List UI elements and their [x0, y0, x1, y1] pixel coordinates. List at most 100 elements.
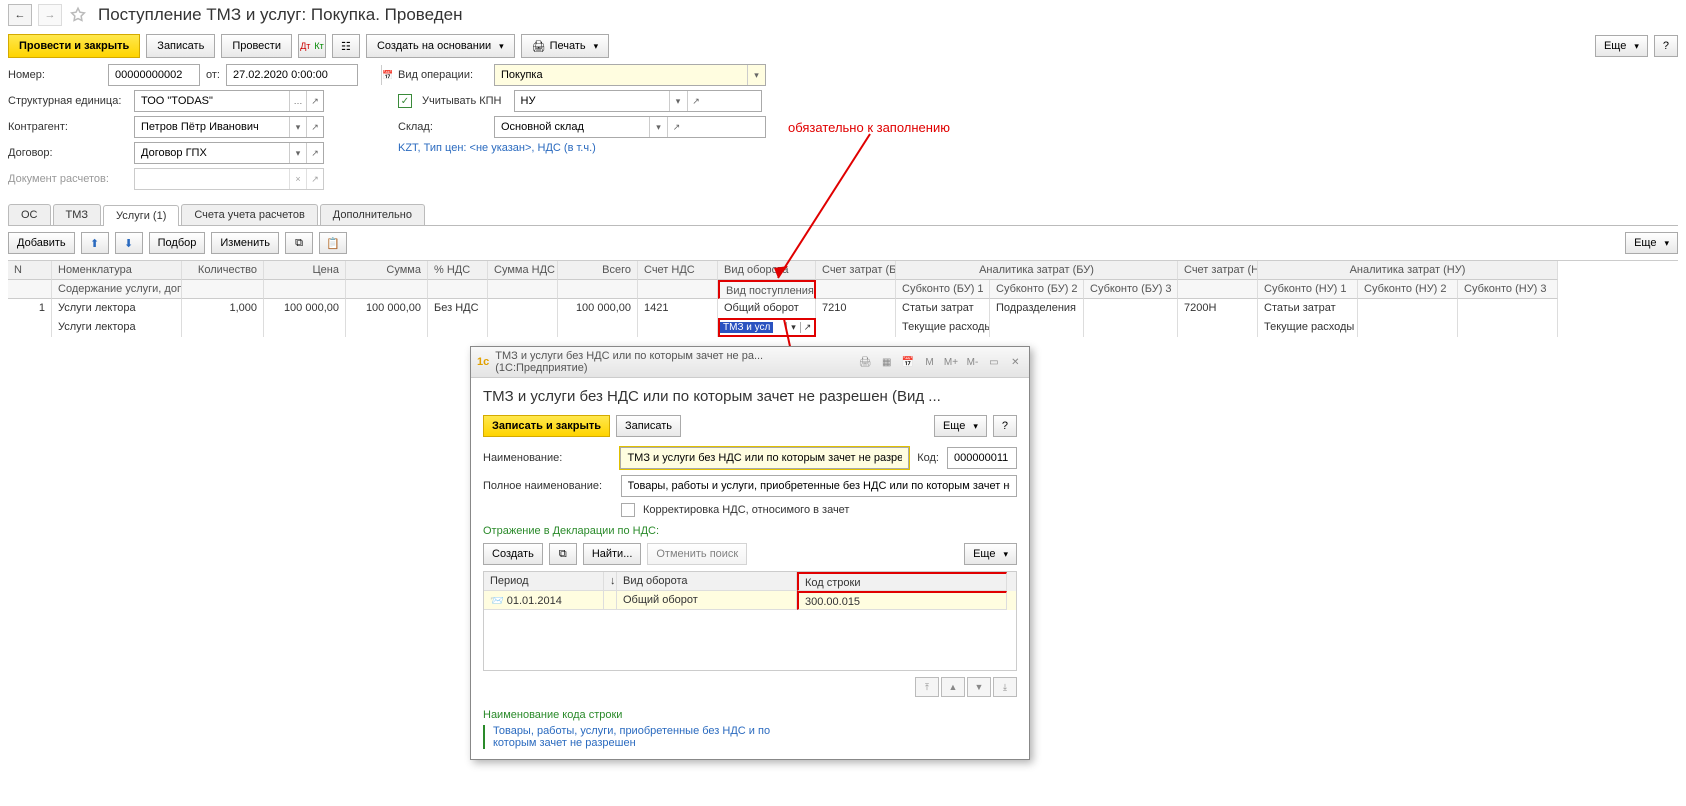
edit-button[interactable]: Изменить: [211, 232, 279, 254]
print-button[interactable]: 🖨 Печать: [521, 34, 610, 58]
dropdown-icon[interactable]: ▾: [669, 91, 687, 111]
cell-turnover[interactable]: Общий оборот: [718, 299, 816, 318]
cell-sub-bu2[interactable]: Подразделения: [990, 299, 1084, 318]
cell-sum[interactable]: 100 000,00: [346, 299, 428, 318]
calendar-icon[interactable]: 📅: [381, 65, 393, 85]
calc-icon[interactable]: ▦: [879, 354, 894, 370]
date-field[interactable]: [227, 65, 381, 85]
cell-sub-nu2[interactable]: [1358, 299, 1458, 318]
open-icon[interactable]: ↗: [800, 322, 814, 333]
m-icon[interactable]: M: [922, 354, 937, 370]
dropdown-icon[interactable]: ▾: [289, 143, 306, 163]
cell-sub-nu3[interactable]: [1458, 299, 1558, 318]
m-plus-icon[interactable]: M+: [943, 354, 958, 370]
save-button[interactable]: Записать: [146, 34, 215, 58]
cell-nomen2[interactable]: Услуги лектора: [52, 318, 182, 337]
select-icon[interactable]: …: [289, 91, 306, 111]
nav-last-icon[interactable]: ⤓: [993, 677, 1017, 697]
move-down-button[interactable]: ⬇: [115, 232, 143, 254]
restore-icon[interactable]: ▭: [986, 354, 1001, 370]
cell-price[interactable]: 100 000,00: [264, 299, 346, 318]
full-name-field[interactable]: [621, 475, 1018, 497]
structure-icon-button[interactable]: ☷: [332, 34, 360, 58]
cell-sub-bu1b[interactable]: Текущие расходы: [896, 318, 990, 337]
currency-link[interactable]: KZT, Тип цен: <не указан>, НДС (в т.ч.): [398, 142, 596, 154]
cell-receipt-type[interactable]: ТМЗ и усл ▾ ↗: [718, 318, 816, 337]
create-button[interactable]: Создать: [483, 543, 543, 565]
dropdown-icon[interactable]: ▾: [649, 117, 667, 137]
adj-vat-checkbox[interactable]: [621, 503, 635, 517]
cell-sub-nu1[interactable]: Статьи затрат: [1258, 299, 1358, 318]
grid-more-button[interactable]: Еще: [1625, 232, 1678, 254]
cell-sub-nu1b[interactable]: Текущие расходы: [1258, 318, 1358, 337]
tab-tmz[interactable]: ТМЗ: [53, 204, 102, 225]
dialog-help-button[interactable]: ?: [993, 415, 1017, 437]
move-up-button[interactable]: ⬆: [81, 232, 109, 254]
cell-total[interactable]: 100 000,00: [558, 299, 638, 318]
op-type-field[interactable]: [495, 65, 747, 85]
open-icon[interactable]: ↗: [306, 143, 323, 163]
kpn-checkbox[interactable]: ✓: [398, 94, 412, 108]
name-field[interactable]: [620, 447, 909, 469]
cell-qty[interactable]: 1,000: [182, 299, 264, 318]
post-button[interactable]: Провести: [221, 34, 292, 58]
cell-period[interactable]: 📨 01.01.2014: [484, 591, 604, 610]
cell-vat-acc[interactable]: 1421: [638, 299, 718, 318]
contract-field[interactable]: [135, 143, 289, 163]
cell-sub-bu3[interactable]: [1084, 299, 1178, 318]
nav-down-icon[interactable]: ▼: [967, 677, 991, 697]
calendar-icon[interactable]: 📅: [900, 354, 915, 370]
dropdown-icon[interactable]: ▾: [747, 65, 765, 85]
tab-services[interactable]: Услуги (1): [103, 205, 179, 226]
nav-first-icon[interactable]: ⤒: [915, 677, 939, 697]
dialog-more-button[interactable]: Еще: [934, 415, 987, 437]
cell-n[interactable]: 1: [8, 299, 52, 318]
close-icon[interactable]: ✕: [1008, 354, 1023, 370]
org-field[interactable]: [135, 91, 289, 111]
cell-cost-nu[interactable]: 7200Н: [1178, 299, 1258, 318]
cell-vat-sum[interactable]: [488, 299, 558, 318]
kpn-field[interactable]: [515, 91, 669, 111]
cell-cost-bu[interactable]: 7210: [816, 299, 896, 318]
pick-button[interactable]: Подбор: [149, 232, 206, 254]
more-button[interactable]: Еще: [1595, 35, 1648, 57]
col-analytics-nu: Аналитика затрат (НУ): [1258, 261, 1558, 280]
cell-nomen[interactable]: Услуги лектора: [52, 299, 182, 318]
warehouse-field[interactable]: [495, 117, 649, 137]
dropdown-icon[interactable]: ▾: [786, 322, 800, 333]
post-and-close-button[interactable]: Провести и закрыть: [8, 34, 140, 58]
add-row-button[interactable]: Добавить: [8, 232, 75, 254]
tab-extra[interactable]: Дополнительно: [320, 204, 425, 225]
cell-vat-pct[interactable]: Без НДС: [428, 299, 488, 318]
col-cost-bu: Счет затрат (БУ): [816, 261, 896, 280]
create-based-on-button[interactable]: Создать на основании: [366, 34, 515, 58]
cell-turnover[interactable]: Общий оборот: [617, 591, 797, 610]
cell-sub-bu1[interactable]: Статьи затрат: [896, 299, 990, 318]
cell-row-code[interactable]: 300.00.015: [797, 591, 1007, 610]
open-icon[interactable]: ↗: [687, 91, 705, 111]
m-minus-icon[interactable]: M-: [965, 354, 980, 370]
adj-vat-label: Корректировка НДС, относимого в зачет: [643, 504, 849, 516]
favorite-star-icon[interactable]: [68, 5, 88, 25]
open-icon[interactable]: ↗: [667, 117, 685, 137]
tab-os[interactable]: ОС: [8, 204, 51, 225]
nav-back-button[interactable]: ←: [8, 4, 32, 26]
help-button[interactable]: ?: [1654, 35, 1678, 57]
find-button[interactable]: Найти...: [583, 543, 642, 565]
dt-kt-icon-button[interactable]: ДтКт: [298, 34, 326, 58]
open-icon[interactable]: ↗: [306, 117, 323, 137]
dialog-save-button[interactable]: Записать: [616, 415, 681, 437]
dialog-save-close-button[interactable]: Записать и закрыть: [483, 415, 610, 437]
paste-icon-button[interactable]: 📋: [319, 232, 347, 254]
open-icon[interactable]: ↗: [306, 91, 323, 111]
print-icon[interactable]: 🖨: [858, 354, 873, 370]
mini-more-button[interactable]: Еще: [964, 543, 1017, 565]
dropdown-icon[interactable]: ▾: [289, 117, 306, 137]
copy-icon-button[interactable]: ⧉: [285, 232, 313, 254]
copy-icon-button[interactable]: ⧉: [549, 543, 577, 565]
nav-up-icon[interactable]: ▲: [941, 677, 965, 697]
tab-accounts[interactable]: Счета учета расчетов: [181, 204, 317, 225]
nav-forward-button[interactable]: →: [38, 4, 62, 26]
contragent-field[interactable]: [135, 117, 289, 137]
code-field[interactable]: [947, 447, 1017, 469]
